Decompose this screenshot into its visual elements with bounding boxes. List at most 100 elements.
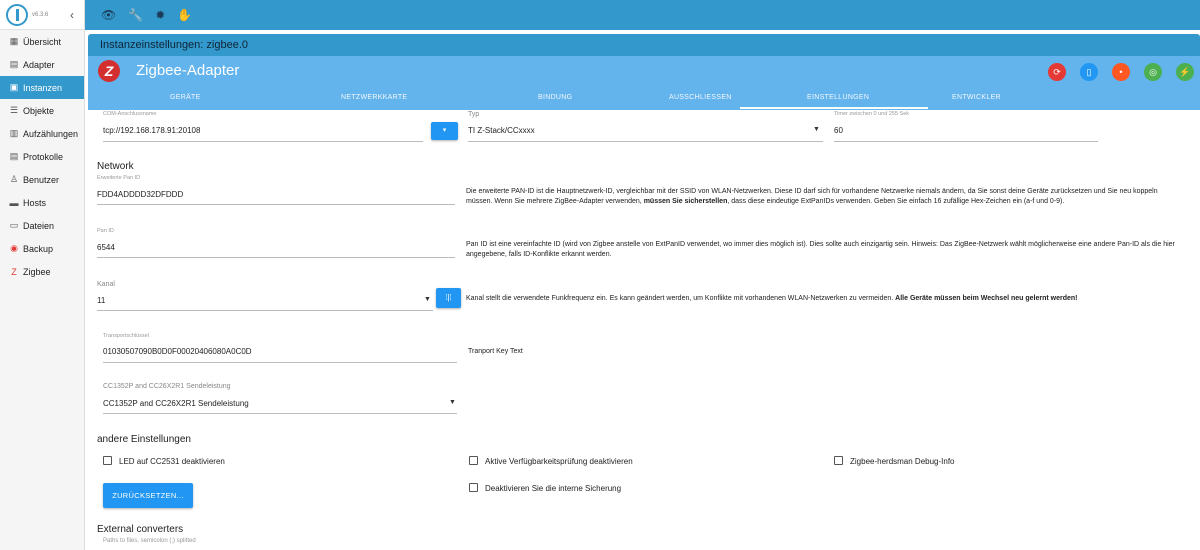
device-button[interactable]: ▯: [1080, 63, 1098, 81]
kanal-underline: [97, 310, 433, 311]
host-icon: ▬: [9, 197, 19, 208]
network-section-title: Network: [97, 161, 134, 172]
extpan-underline: [97, 204, 455, 205]
sidebar-item-label: Dateien: [23, 220, 55, 231]
adapter-title: Zigbee-Adapter: [136, 62, 240, 79]
typ-select[interactable]: TI Z-Stack/CCxxxx: [468, 126, 535, 135]
sidebar-item-adapter[interactable]: ▤ Adapter: [0, 53, 84, 76]
instances-icon: ▣: [9, 82, 19, 92]
kanal-chevron-down-icon[interactable]: ▼: [424, 296, 431, 303]
typ-label: Typ: [468, 111, 480, 118]
led-checkbox[interactable]: [103, 456, 112, 465]
channel-scan-button[interactable]: ⁞|⁞: [436, 288, 461, 308]
logo-area: v6.3.6 ‹: [0, 0, 84, 30]
pairing-button[interactable]: •: [1112, 63, 1130, 81]
active-tab-indicator: [740, 107, 928, 109]
hand-icon[interactable]: ✋: [177, 8, 192, 22]
extpan-label: Erweiterte Pan ID: [97, 175, 141, 181]
wifi-button[interactable]: ◎: [1144, 63, 1162, 81]
tab-einstellungen[interactable]: EINSTELLUNGEN: [807, 94, 869, 101]
sidebar-item-benutzer[interactable]: ♙ Benutzer: [0, 168, 84, 191]
adapter-header: Z Zigbee-Adapter ⟳ ▯ • ◎ ⚡ GERÄTE NETZWERKKA…: [88, 56, 1200, 110]
sidebar-item-label: Instanzen: [23, 82, 63, 93]
com-port-input[interactable]: tcp://192.168.178.91:20108: [103, 126, 200, 135]
timer-input[interactable]: 60: [834, 126, 843, 135]
iobroker-logo: [6, 3, 28, 26]
typ-chevron-down-icon[interactable]: ▼: [813, 126, 820, 133]
kanal-description: Kanal stellt die verwendete Funkfrequenz…: [466, 295, 1078, 302]
eye-icon[interactable]: 👁: [101, 8, 116, 22]
tab-netzwerkkarte[interactable]: NETZWERKKARTE: [341, 94, 407, 101]
extpan-input[interactable]: FDD4ADDDD32DFDDD: [97, 190, 183, 199]
power-chevron-down-icon[interactable]: ▼: [449, 399, 456, 406]
backup-icon: ◉: [10, 243, 18, 253]
backup-checkbox-label: Deaktivieren Sie die interne Sicherung: [485, 484, 622, 493]
com-port-dropdown-button[interactable]: ▾: [431, 122, 458, 140]
backup-checkbox[interactable]: [469, 483, 478, 492]
sidebar-item-label: Zigbee: [23, 266, 51, 277]
timer-underline: [834, 141, 1098, 142]
sidebar-item-objekte[interactable]: ☰ Objekte: [0, 99, 84, 122]
tab-entwickler[interactable]: ENTWICKLER: [952, 94, 1001, 101]
power-select[interactable]: CC1352P and CC26X2R1 Sendeleistung: [103, 399, 249, 408]
wrench-icon[interactable]: 🔧: [128, 8, 143, 22]
list-icon: ☰: [9, 105, 19, 115]
transport-key-input[interactable]: 01030507090B0D0F00020406080A0C0D: [103, 347, 252, 356]
typ-underline: [468, 141, 823, 142]
bug-icon[interactable]: ✹: [155, 8, 165, 22]
kanal-select[interactable]: 11: [97, 296, 105, 305]
sidebar-item-label: Aufzählungen: [23, 128, 79, 139]
enum-icon: ▥: [9, 128, 19, 138]
external-converters-title: External converters: [97, 524, 184, 535]
user-icon: ♙: [9, 174, 19, 184]
sidebar-item-hosts[interactable]: ▬ Hosts: [0, 191, 84, 214]
panid-description: Pan ID ist eine vereinfachte ID (wird vo…: [466, 241, 1175, 258]
transport-key-underline: [103, 362, 457, 363]
kanal-label: Kanal: [97, 281, 115, 288]
network-button[interactable]: ⚡: [1176, 63, 1194, 81]
sidebar-item-instanzen[interactable]: ▣ Instanzen: [0, 76, 84, 99]
reset-settings-button[interactable]: ZURÜCKSETZEN...: [103, 483, 193, 508]
log-icon: ▤: [9, 151, 19, 161]
other-settings-title: andere Einstellungen: [97, 434, 191, 445]
panid-label: Pan ID: [97, 228, 114, 234]
sidebar-item-label: Backup: [23, 243, 54, 254]
tab-geraete[interactable]: GERÄTE: [170, 94, 201, 101]
led-checkbox-label: LED auf CC2531 deaktivieren: [119, 457, 225, 466]
top-toolbar: 👁 🔧 ✹ ✋: [85, 0, 1200, 30]
store-icon: ▤: [9, 59, 19, 69]
transport-key-label: Transportschlüssel: [103, 333, 149, 339]
sidebar-item-label: Objekte: [23, 105, 55, 116]
debug-checkbox[interactable]: [834, 456, 843, 465]
sidebar-item-zigbee[interactable]: Z Zigbee: [0, 260, 84, 283]
sidebar: v6.3.6 ‹ ▦ Übersicht ▤ Adapter ▣ Instanzen ☰ Ob…: [0, 0, 85, 550]
tab-ausschliessen[interactable]: AUSSCHLIESSEN: [669, 94, 732, 101]
sidebar-item-label: Übersicht: [23, 36, 62, 47]
scan-icon: ⁞|⁞: [445, 293, 452, 302]
external-converters-hint: Paths to files, semicolon (;) splitted: [103, 538, 196, 544]
availability-checkbox[interactable]: [469, 456, 478, 465]
timer-label: Timer zwischen 0 und 255 Sek: [834, 111, 909, 117]
power-label: CC1352P and CC26X2R1 Sendeleistung: [103, 383, 231, 390]
com-port-underline: [103, 141, 423, 142]
transport-key-description: Tranport Key Text: [468, 348, 523, 355]
extpan-description: Die erweiterte PAN-ID ist die Hauptnetzw…: [466, 188, 1158, 205]
availability-checkbox-label: Aktive Verfügbarkeitsprüfung deaktiviere…: [485, 457, 633, 466]
tab-bindung[interactable]: BINDUNG: [538, 94, 572, 101]
files-icon: ▭: [9, 220, 19, 230]
sidebar-item-protokolle[interactable]: ▤ Protokolle: [0, 145, 84, 168]
sidebar-item-label: Adapter: [23, 59, 55, 70]
collapse-sidebar-icon[interactable]: ‹: [70, 8, 74, 22]
version-label: v6.3.6: [32, 11, 49, 18]
power-underline: [103, 413, 457, 414]
panid-input[interactable]: 6544: [97, 243, 115, 252]
debug-checkbox-label: Zigbee-herdsman Debug-Info: [850, 457, 955, 466]
zigbee-logo-icon: Z: [98, 60, 120, 82]
sidebar-item-übersicht[interactable]: ▦ Übersicht: [0, 30, 84, 53]
sidebar-item-aufzählungen[interactable]: ▥ Aufzählungen: [0, 122, 84, 145]
reset-button[interactable]: ⟳: [1048, 63, 1066, 81]
sidebar-item-backup[interactable]: ◉ Backup: [0, 237, 84, 260]
panid-underline: [97, 257, 455, 258]
com-port-label: COM-Anschlussname: [103, 111, 157, 117]
sidebar-item-dateien[interactable]: ▭ Dateien: [0, 214, 84, 237]
